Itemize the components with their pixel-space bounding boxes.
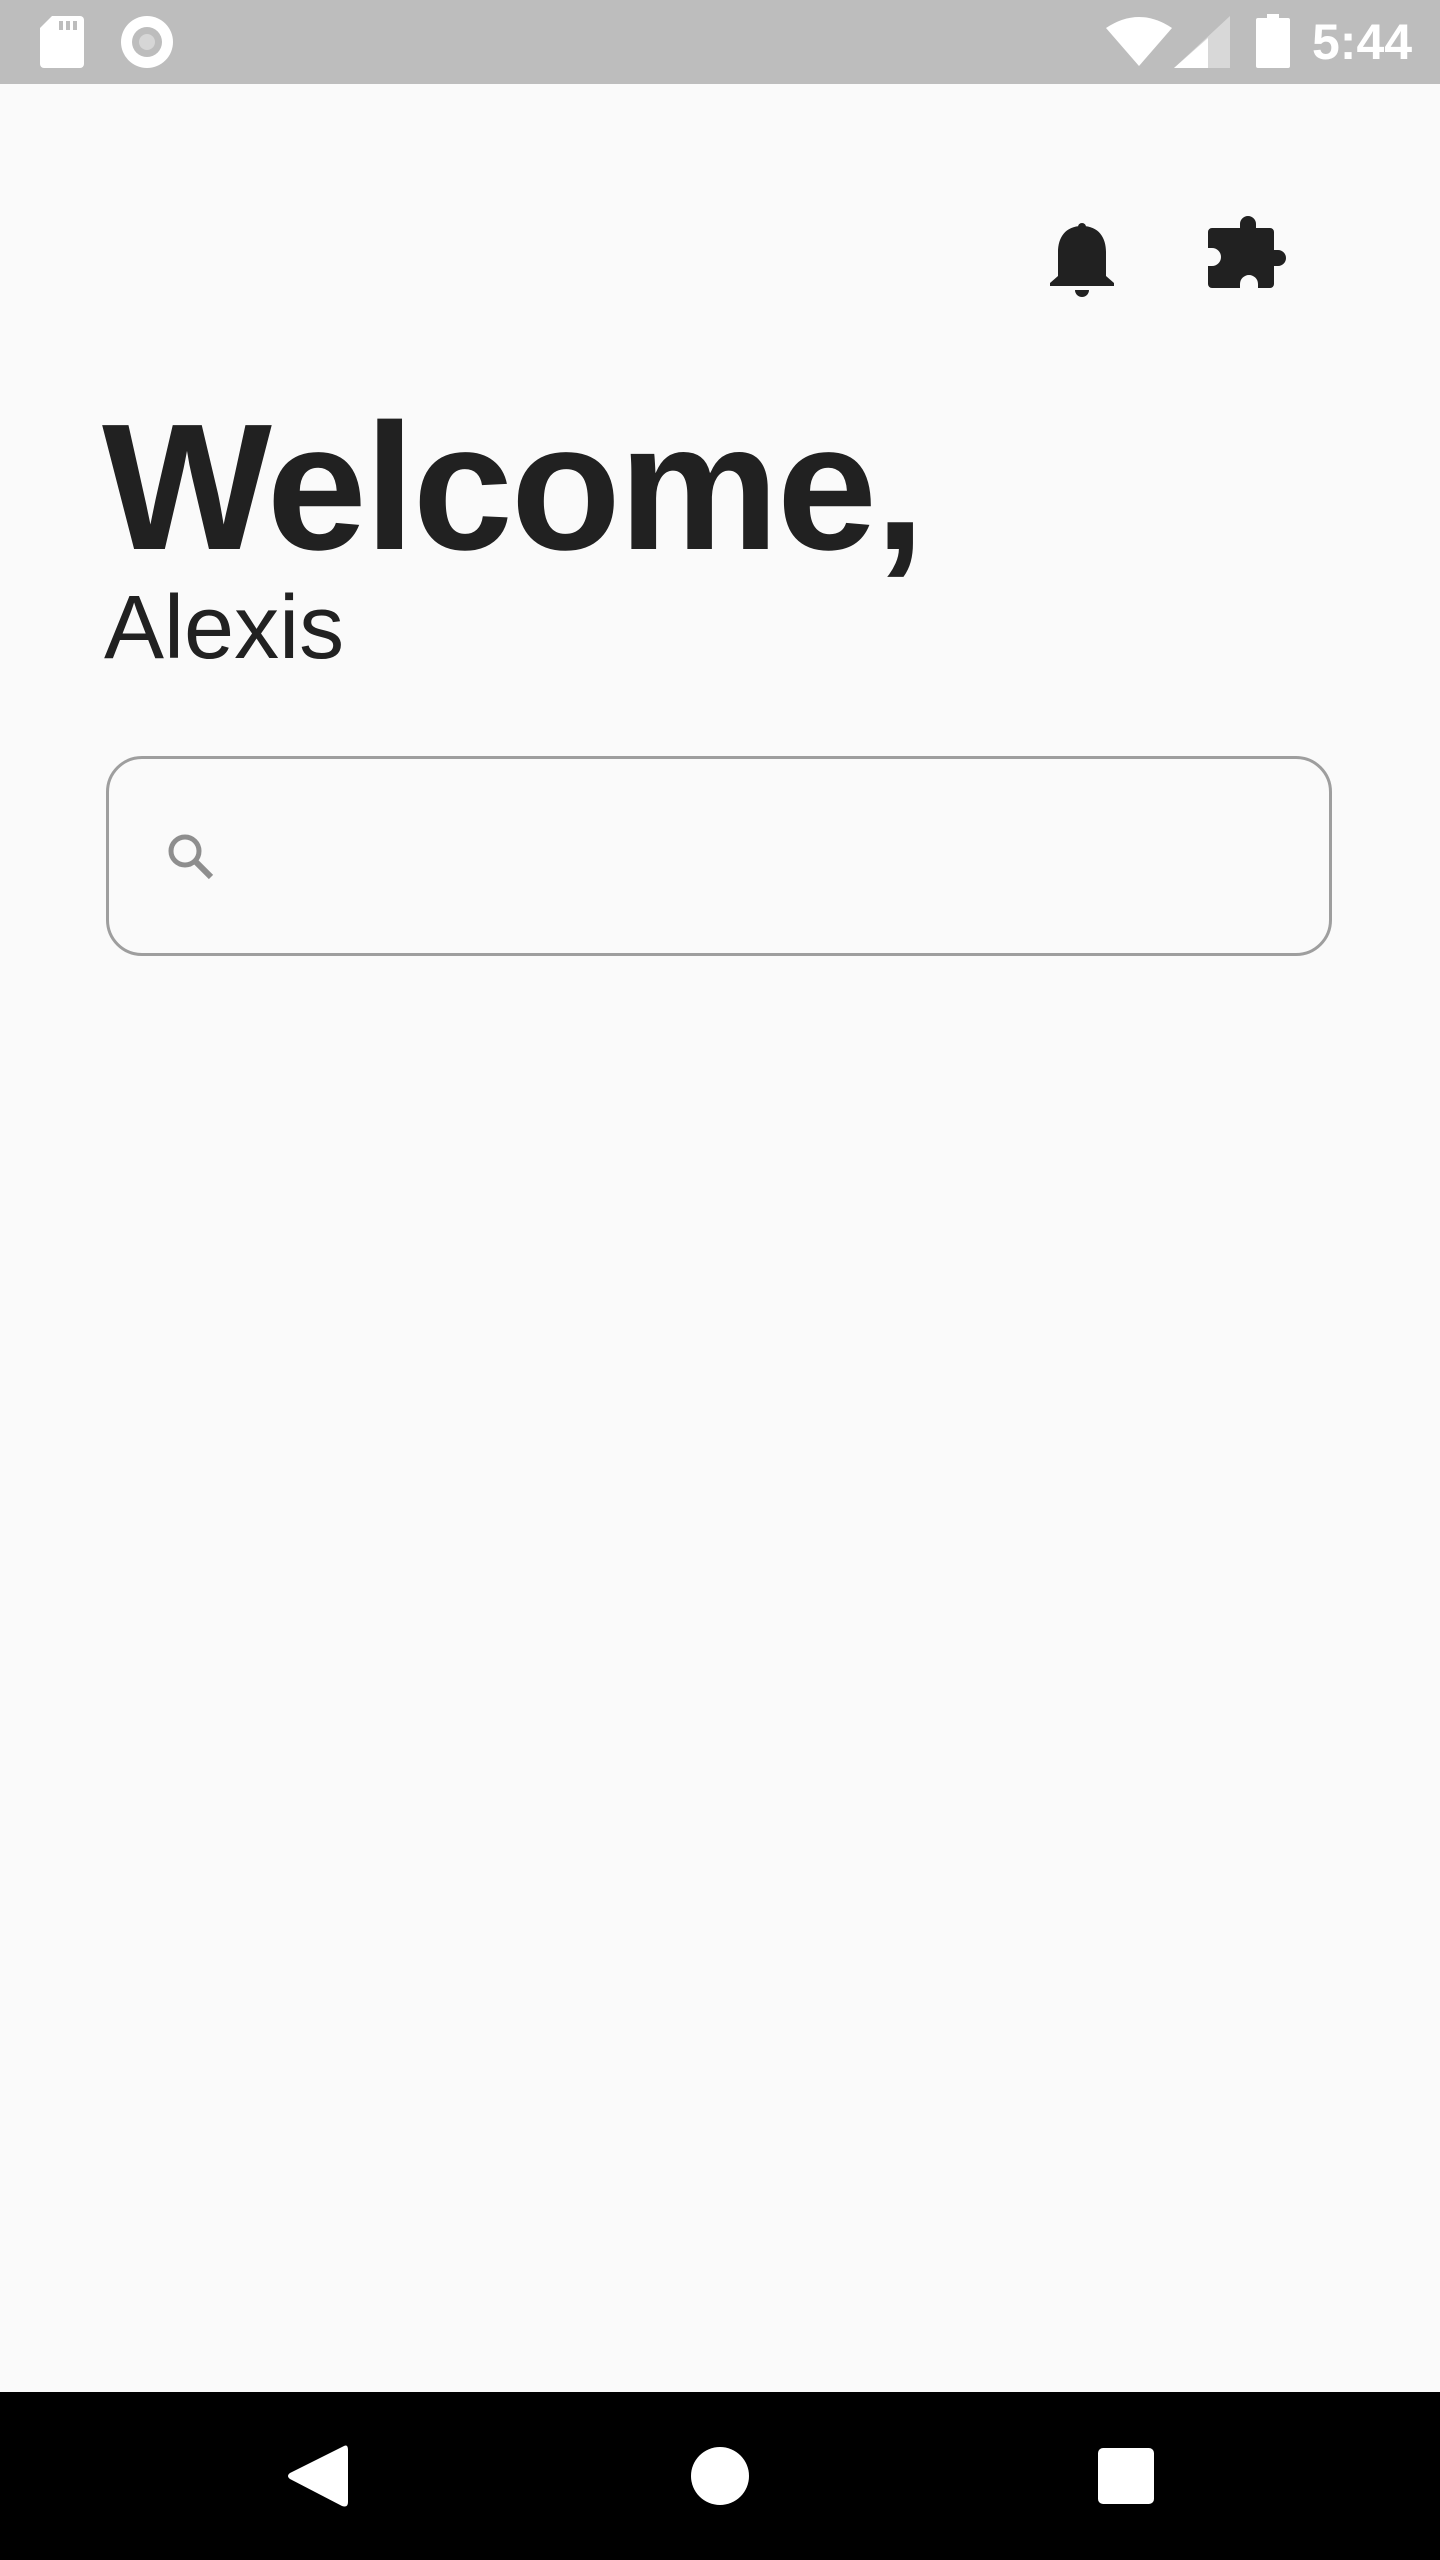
status-bar: 5:44 <box>0 0 1440 84</box>
user-name: Alexis <box>104 578 345 678</box>
search-box[interactable] <box>106 756 1332 956</box>
status-clock: 5:44 <box>1312 14 1413 70</box>
search-icon <box>168 834 214 880</box>
battery-icon <box>1256 14 1290 68</box>
welcome-heading: Welcome, <box>102 387 925 588</box>
signal-icon <box>1174 16 1230 68</box>
circle-icon <box>121 16 173 68</box>
bell-icon[interactable] <box>1048 222 1116 298</box>
wifi-icon <box>1106 17 1172 66</box>
back-icon[interactable] <box>286 2444 348 2508</box>
recents-icon[interactable] <box>1098 2448 1154 2504</box>
search-input[interactable] <box>249 799 1293 915</box>
home-screen: 5:44 Welcome, Alexis <box>0 0 1440 2560</box>
extension-puzzle-icon[interactable] <box>1206 214 1292 300</box>
navigation-bar <box>0 2392 1440 2560</box>
home-icon[interactable] <box>690 2446 750 2506</box>
sd-card-icon <box>40 16 84 68</box>
